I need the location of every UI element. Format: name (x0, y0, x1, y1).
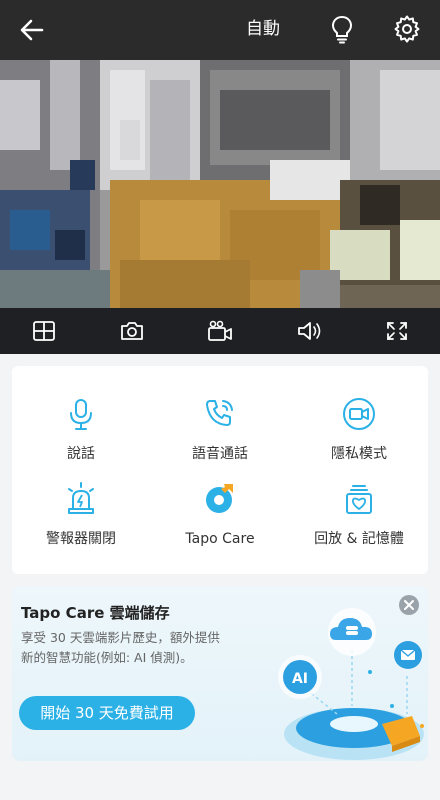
playback-memory-button[interactable]: 回放 & 記憶體 (290, 481, 428, 561)
playback-icon (346, 485, 372, 514)
grid-view-icon[interactable] (31, 319, 57, 343)
lightbulb-icon[interactable] (328, 14, 356, 44)
voice-call-label: 語音通話 (192, 446, 248, 462)
alarm-off-label: 警報器關閉 (46, 531, 116, 547)
gear-icon[interactable] (392, 14, 422, 44)
tapo-care-promo-card: Tapo Care 雲端儲存 享受 30 天雲端影片歷史，額外提供新的智慧功能(… (12, 586, 428, 761)
camera-icon[interactable] (119, 319, 145, 343)
speaker-icon[interactable] (296, 319, 322, 343)
top-bar: 自動 (0, 0, 440, 60)
tapo-care-label: Tapo Care (185, 531, 255, 547)
tapo-care-icon (206, 484, 233, 513)
video-control-bar (0, 308, 440, 354)
promo-description: 享受 30 天雲端影片歷史，額外提供新的智慧功能(例如: AI 偵測)。 (21, 630, 220, 665)
live-video-feed[interactable] (0, 60, 440, 308)
alarm-off-button[interactable]: 警報器關閉 (12, 481, 150, 561)
mode-selector[interactable]: 自動 (246, 17, 280, 41)
phone-call-icon (206, 400, 233, 426)
playback-memory-label: 回放 & 記憶體 (314, 531, 404, 547)
tapo-care-button[interactable]: Tapo Care (151, 481, 289, 561)
alarm-light-icon (68, 482, 94, 514)
microphone-icon (70, 399, 92, 430)
start-free-trial-button[interactable]: 開始 30 天免費試用 (19, 696, 195, 730)
fullscreen-icon[interactable] (384, 319, 410, 343)
function-grid: 說話 語音通話 隱私模式 警報器關閉 Tapo Care 回放 & 記憶體 (12, 366, 428, 574)
privacy-mode-button[interactable]: 隱私模式 (290, 396, 428, 476)
privacy-camera-icon (343, 398, 375, 430)
voice-call-button[interactable]: 語音通話 (151, 396, 289, 476)
talk-button[interactable]: 說話 (12, 396, 150, 476)
video-record-icon[interactable] (207, 319, 233, 343)
talk-label: 說話 (67, 446, 95, 462)
promo-title: Tapo Care 雲端儲存 (21, 604, 170, 622)
back-arrow-icon[interactable] (16, 14, 48, 46)
ai-badge-text: AI (292, 671, 308, 687)
cloud-storage-illustration: AI (278, 608, 424, 760)
privacy-mode-label: 隱私模式 (331, 446, 387, 462)
